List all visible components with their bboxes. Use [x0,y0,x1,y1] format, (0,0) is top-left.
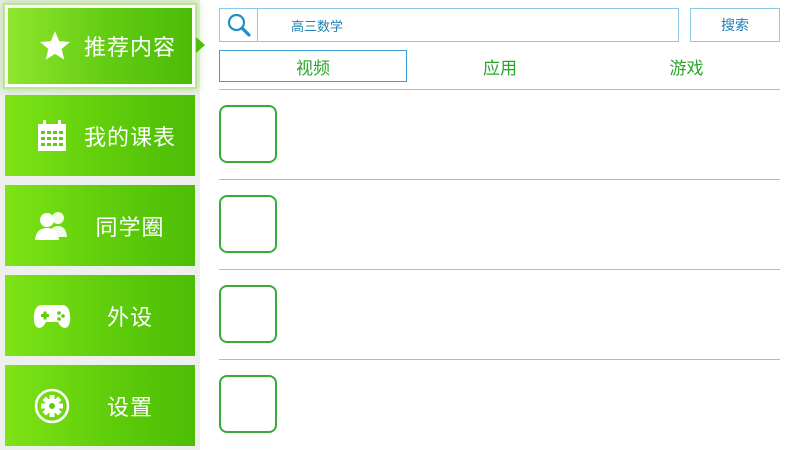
list-item[interactable] [219,270,780,360]
sidebar-item-schedule[interactable]: 我的课表 [5,95,195,176]
active-item-pointer [196,37,205,53]
item-thumbnail[interactable] [219,105,277,163]
tab-video[interactable]: 视频 [219,50,407,82]
sidebar-item-peripherals[interactable]: 外设 [5,275,195,356]
app-window: 推荐内容 我的课表 同学圈 外设 设置 高三数学 搜索 视频 应用 游戏 [0,0,800,450]
sidebar: 推荐内容 我的课表 同学圈 外设 设置 [0,0,200,450]
item-thumbnail[interactable] [219,285,277,343]
list-item[interactable] [219,180,780,270]
sidebar-item-settings[interactable]: 设置 [5,365,195,446]
sidebar-item-label: 设置 [106,395,153,421]
search-input[interactable] [258,9,676,41]
search-icon[interactable] [220,9,258,41]
sidebar-item-label: 外设 [106,305,153,331]
sidebar-item-recommended[interactable]: 推荐内容 [5,5,195,87]
tab-apps[interactable]: 应用 [407,50,593,82]
item-thumbnail[interactable] [219,375,277,433]
search-bar [219,8,679,42]
search-button[interactable]: 搜索 [690,8,780,42]
tab-games[interactable]: 游戏 [593,50,780,82]
list-item[interactable] [219,90,780,180]
sidebar-item-label: 推荐内容 [83,36,176,61]
sidebar-item-label: 我的课表 [83,125,176,151]
sidebar-item-label: 同学圈 [95,215,165,241]
item-thumbnail[interactable] [219,195,277,253]
sidebar-item-classmates[interactable]: 同学圈 [5,185,195,266]
list-item[interactable] [219,360,780,450]
